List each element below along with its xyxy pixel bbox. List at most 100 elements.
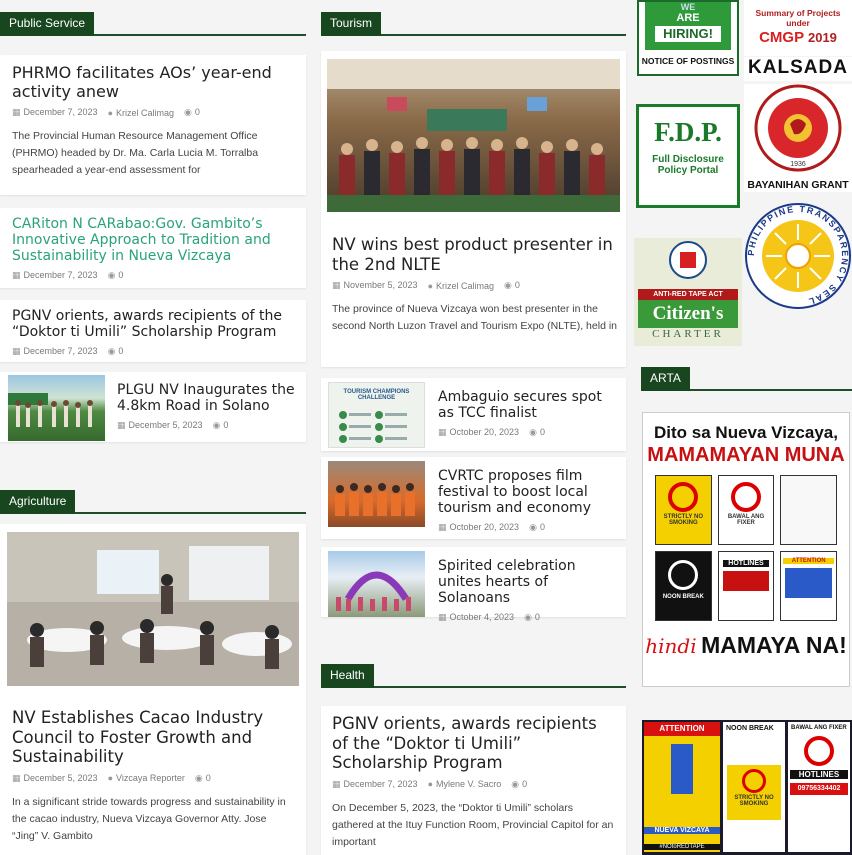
post-title[interactable]: Spirited celebration unites hearts of So…: [438, 558, 618, 606]
category-tag[interactable]: Public Service: [0, 12, 95, 36]
post-card: CARiton N CARabao:Gov. Gambito’s Innovat…: [0, 208, 306, 288]
arta-poster-2[interactable]: ATTENTION NUEVA VIZCAYA #NOtoREDTAPE NOO…: [642, 720, 852, 855]
post-comments[interactable]: 0: [535, 612, 540, 622]
post-comments[interactable]: 0: [118, 346, 123, 356]
post-title[interactable]: PHRMO facilitates AOs’ year-end activity…: [12, 63, 294, 101]
comment-icon: ◉: [504, 280, 512, 290]
post-comments[interactable]: 0: [206, 773, 211, 783]
thumbnail-graphic: [336, 571, 411, 611]
poster-hotlines-panel: HOTLINES: [717, 551, 775, 621]
post-comments[interactable]: 0: [223, 420, 228, 430]
post-meta: ▦ December 7, 2023 ● Mylene V. Sacro ◉ 0: [332, 779, 615, 790]
poster-notice-panel: [780, 475, 837, 545]
post-date[interactable]: October 20, 2023: [450, 522, 520, 532]
post-thumbnail[interactable]: [8, 375, 105, 441]
category-header-public-service: Public Service: [0, 12, 306, 36]
accessibility-icon: [785, 568, 832, 598]
post-comments[interactable]: 0: [195, 107, 200, 117]
post-title[interactable]: Ambaguio secures spot as TCC finalist: [438, 389, 618, 421]
post-card: PLGU NV Inaugurates the 4.8km Road in So…: [0, 372, 306, 442]
post-card: NV wins best product presenter in the 2n…: [321, 51, 626, 367]
post-title[interactable]: PGNV orients, awards recipients of the “…: [332, 714, 615, 773]
fdp-line1: Full Disclosure: [652, 154, 724, 165]
post-meta: ▦ December 5, 2023 ◉ 0: [117, 420, 297, 431]
post-card: NV Establishes Cacao Industry Council to…: [0, 524, 306, 855]
post-thumbnail[interactable]: [328, 461, 425, 527]
post-title[interactable]: NV Establishes Cacao Industry Council to…: [12, 708, 292, 767]
dbm-year: 1936: [790, 161, 806, 168]
post-author[interactable]: Krizel Calimag: [436, 281, 494, 291]
post-date[interactable]: December 7, 2023: [24, 346, 98, 356]
post-date[interactable]: December 7, 2023: [344, 779, 418, 789]
post-title[interactable]: CARiton N CARabao:Gov. Gambito’s Innovat…: [12, 216, 294, 264]
post-meta: ▦ December 5, 2023 ● Vizcaya Reporter ◉ 0: [12, 773, 292, 784]
hiring-sub: NOTICE OF POSTINGS: [641, 56, 735, 66]
category-header-tourism: Tourism: [321, 12, 626, 36]
p2-phone: 09756334402: [790, 783, 848, 795]
post-image[interactable]: [7, 532, 299, 686]
post-author[interactable]: Mylene V. Sacro: [436, 779, 501, 789]
post-card: PGNV orients, awards recipients of the “…: [0, 300, 306, 362]
calendar-icon: ▦: [438, 427, 447, 437]
post-date[interactable]: December 7, 2023: [24, 270, 98, 280]
post-excerpt: The Provincial Human Resource Management…: [12, 130, 259, 176]
comment-icon: ◉: [511, 778, 520, 789]
fdp-banner[interactable]: F.D.P. Full Disclosure Policy Portal: [636, 104, 740, 208]
category-tag[interactable]: ARTA: [641, 367, 690, 391]
post-comments[interactable]: 0: [118, 270, 123, 280]
citizens-charter-banner[interactable]: ANTI-RED TAPE ACT Citizen's CHARTER: [634, 238, 742, 346]
hiring-banner[interactable]: WE ARE HIRING! NOTICE OF POSTINGS: [637, 0, 739, 76]
category-tag[interactable]: Health: [321, 664, 374, 688]
post-comments[interactable]: 0: [515, 280, 520, 290]
arta-poster[interactable]: Dito sa Nueva Vizcaya, MAMAMAYAN MUNA ST…: [642, 412, 850, 687]
clock-icon: [668, 560, 699, 590]
transparency-seal[interactable]: PHILIPPINE TRANSPARENCY SEAL: [744, 200, 852, 312]
post-meta: ▦ October 4, 2023 ◉ 0: [438, 612, 618, 623]
kalsada-label: KALSADA: [748, 57, 848, 78]
post-comments[interactable]: 0: [540, 427, 545, 437]
dbm-label: BAYANIHAN GRANT: [747, 179, 849, 191]
cmgp-line1: Summary of Projects: [755, 8, 841, 18]
post-title[interactable]: CVRTC proposes film festival to boost lo…: [438, 468, 618, 516]
poster-hindi: hindi: [645, 634, 697, 658]
post-card: PHRMO facilitates AOs’ year-end activity…: [0, 55, 306, 195]
hiring-line1: WE: [680, 2, 696, 12]
post-thumbnail[interactable]: [328, 551, 425, 617]
post-comments[interactable]: 0: [522, 779, 527, 789]
post-title[interactable]: NV wins best product presenter in the 2n…: [332, 235, 617, 274]
post-excerpt: On December 5, 2023, the “Doktor ti Umil…: [332, 801, 614, 848]
thumbnail-graphic: [335, 483, 415, 516]
post-date[interactable]: October 20, 2023: [450, 427, 520, 437]
post-image[interactable]: [327, 59, 620, 212]
poster-p3: NOON BREAK: [662, 594, 704, 600]
post-date[interactable]: November 5, 2023: [344, 280, 418, 290]
post-thumbnail[interactable]: TOURISM CHAMPIONS CHALLENGE: [328, 382, 425, 448]
bayanihan-grant-banner[interactable]: 1936 BAYANIHAN GRANT: [744, 84, 852, 192]
post-title[interactable]: PGNV orients, awards recipients of the “…: [12, 308, 294, 340]
post-title[interactable]: PLGU NV Inaugurates the 4.8km Road in So…: [117, 382, 297, 414]
calendar-icon: ▦: [12, 107, 21, 117]
charter-sub: CHARTER: [652, 328, 724, 340]
no-fixer-icon: [804, 736, 834, 766]
post-date[interactable]: December 5, 2023: [129, 420, 203, 430]
post-date[interactable]: October 4, 2023: [450, 612, 515, 622]
p2-fixer: BAWAL ANG FIXER: [791, 725, 847, 731]
post-author[interactable]: Vizcaya Reporter: [116, 773, 185, 783]
post-date[interactable]: December 7, 2023: [24, 107, 98, 117]
cmgp-banner[interactable]: Summary of Projects under CMGP 2019: [744, 0, 852, 56]
post-author[interactable]: Krizel Calimag: [116, 108, 174, 118]
poster-p1: STRICTLY NO SMOKING: [663, 514, 703, 526]
comment-icon: ◉: [184, 107, 192, 117]
kalsada-banner[interactable]: KALSADA: [744, 57, 852, 81]
post-card: TOURISM CHAMPIONS CHALLENGE Ambaguio sec…: [321, 378, 626, 451]
category-tag[interactable]: Agriculture: [0, 490, 76, 514]
poster-line1: Dito sa Nueva Vizcaya,: [654, 423, 838, 442]
category-tag[interactable]: Tourism: [321, 12, 382, 36]
post-excerpt: The province of Nueva Vizcaya won best p…: [332, 303, 618, 332]
post-date[interactable]: December 5, 2023: [24, 773, 98, 783]
attention-panel: ATTENTION NUEVA VIZCAYA #NOtoREDTAPE: [644, 722, 720, 852]
calendar-icon: ▦: [12, 270, 21, 280]
poster-p5: ATTENTION: [783, 558, 834, 564]
charter-act: ANTI-RED TAPE ACT: [638, 289, 738, 300]
post-comments[interactable]: 0: [540, 522, 545, 532]
